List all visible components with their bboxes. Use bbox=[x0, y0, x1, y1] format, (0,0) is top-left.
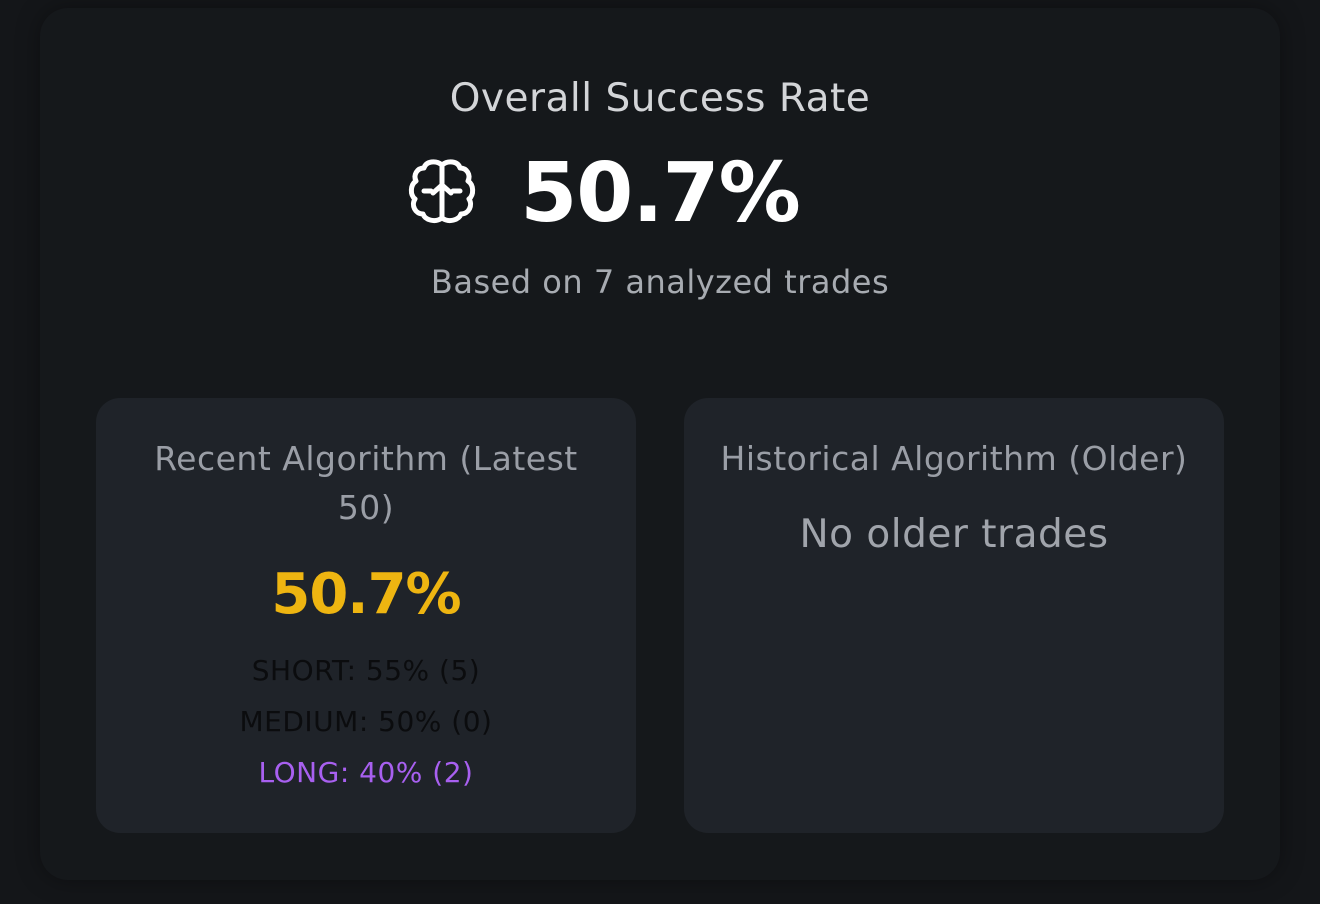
long-breakdown: LONG: 40% (2) bbox=[258, 756, 474, 789]
analyzed-trades-subtitle: Based on 7 analyzed trades bbox=[430, 263, 890, 301]
historical-algorithm-card: Historical Algorithm (Older) No older tr… bbox=[684, 398, 1224, 833]
no-older-trades-message: No older trades bbox=[799, 512, 1109, 557]
overall-success-rate-value: 50.7% bbox=[520, 146, 800, 241]
overall-title: Overall Success Rate bbox=[449, 76, 871, 121]
medium-breakdown: MEDIUM: 50% (0) bbox=[239, 705, 493, 738]
recent-algorithm-card: Recent Algorithm (Latest 50) 50.7% SHORT… bbox=[96, 398, 636, 833]
recent-algorithm-value: 50.7% bbox=[271, 562, 461, 627]
historical-algorithm-title: Historical Algorithm (Older) bbox=[720, 439, 1188, 478]
recent-algorithm-title: Recent Algorithm (Latest 50) bbox=[154, 439, 578, 527]
short-breakdown: SHORT: 55% (5) bbox=[251, 654, 481, 687]
